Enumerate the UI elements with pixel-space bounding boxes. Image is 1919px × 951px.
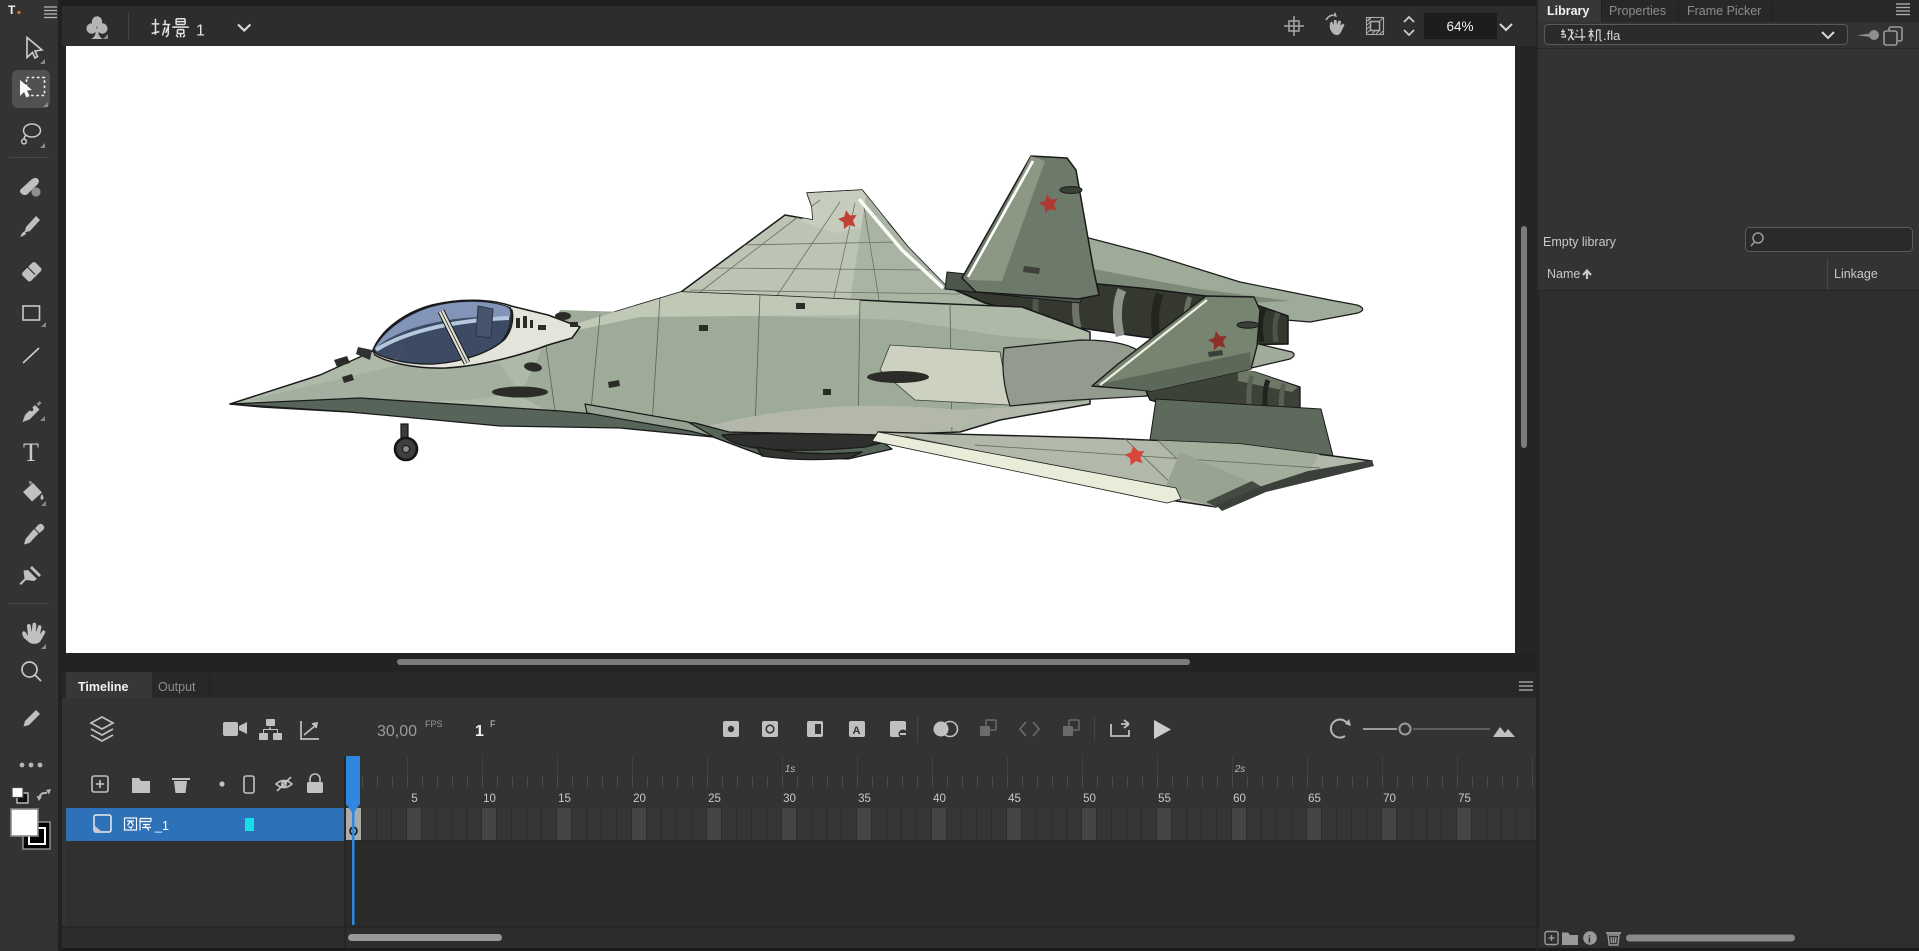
svg-text:Properties: Properties (1609, 4, 1666, 18)
svg-text:F: F (490, 719, 496, 729)
svg-text:45: 45 (1008, 793, 1021, 805)
svg-text:Frame Picker: Frame Picker (1687, 4, 1761, 18)
svg-text:40: 40 (933, 793, 946, 805)
svg-text:Library: Library (1547, 4, 1589, 18)
svg-text:25: 25 (708, 793, 721, 805)
svg-text:Empty library: Empty library (1543, 235, 1617, 249)
svg-text:1: 1 (475, 723, 484, 740)
svg-text:FPS: FPS (425, 719, 443, 729)
svg-text:A: A (853, 725, 861, 737)
svg-text:60: 60 (1233, 793, 1246, 805)
svg-text:Output: Output (158, 680, 196, 694)
svg-text:T: T (23, 438, 39, 467)
svg-text:65: 65 (1308, 793, 1321, 805)
svg-text:30: 30 (783, 793, 796, 805)
svg-text:64%: 64% (1446, 19, 1473, 34)
svg-text:1: 1 (196, 23, 205, 40)
svg-text:5: 5 (411, 793, 417, 805)
svg-text:70: 70 (1383, 793, 1396, 805)
svg-text:2s: 2s (1234, 764, 1246, 775)
svg-text:T: T (8, 3, 16, 17)
svg-text:50: 50 (1083, 793, 1096, 805)
svg-text:.fla: .fla (1603, 28, 1621, 43)
svg-text:_1: _1 (154, 819, 169, 833)
svg-text:1s: 1s (785, 764, 796, 775)
svg-text:35: 35 (858, 793, 871, 805)
svg-text:Linkage: Linkage (1834, 267, 1878, 281)
svg-text:15: 15 (558, 793, 571, 805)
svg-text:Name: Name (1547, 267, 1580, 281)
svg-text:55: 55 (1158, 793, 1171, 805)
svg-text:75: 75 (1458, 793, 1471, 805)
svg-text:20: 20 (633, 793, 646, 805)
svg-text:Timeline: Timeline (78, 680, 129, 694)
svg-text:i: i (1588, 935, 1591, 946)
svg-text:30,00: 30,00 (377, 723, 417, 740)
svg-text:10: 10 (483, 793, 496, 805)
